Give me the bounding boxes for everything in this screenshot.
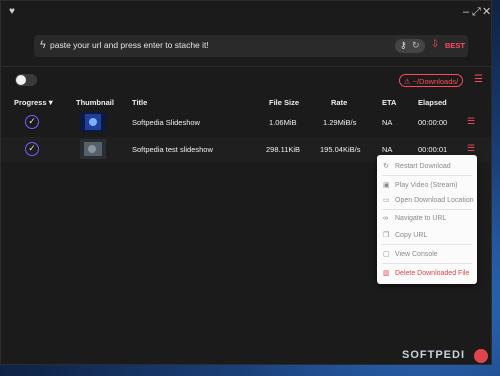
- trash-icon: ▥: [383, 270, 390, 277]
- complete-check-icon: ✓: [25, 142, 39, 156]
- maximize-button[interactable]: ⤢: [472, 6, 481, 18]
- download-path-button[interactable]: ⚠ ~/Downloads/: [399, 74, 463, 87]
- row-menu-icon[interactable]: ☰: [467, 117, 475, 126]
- play-icon: ▣: [383, 182, 390, 189]
- minimize-button[interactable]: –: [463, 6, 469, 18]
- close-button[interactable]: ✕: [482, 6, 491, 18]
- url-placeholder: paste your url and press enter to stache…: [50, 40, 209, 50]
- row-file-size: 1.06MiB: [269, 118, 297, 127]
- menu-item-restart-download[interactable]: ↻ Restart Download: [383, 162, 451, 170]
- menu-separator: [382, 209, 472, 210]
- watermark-text: SOFTPEDI: [402, 349, 466, 361]
- header-eta[interactable]: ETA: [382, 98, 396, 107]
- title-bar: ♥ – ⤢ ✕: [1, 1, 491, 25]
- complete-check-icon: ✓: [25, 115, 39, 129]
- divider: [1, 66, 491, 67]
- menu-item-delete-file[interactable]: ▥ Delete Downloaded File: [383, 269, 469, 277]
- url-input[interactable]: ϟ paste your url and press enter to stac…: [34, 35, 468, 57]
- context-menu: ↻ Restart Download ▣ Play Video (Stream) ▭…: [377, 155, 477, 284]
- copy-icon: ❐: [383, 232, 390, 239]
- cookie-toggle[interactable]: ⚷ ↻: [395, 39, 425, 53]
- toggle-knob: [16, 75, 26, 85]
- bolt-icon: ϟ: [40, 39, 46, 51]
- key-icon: ⚷: [400, 40, 407, 50]
- row-eta: NA: [382, 118, 393, 127]
- download-icon[interactable]: ⇩: [431, 39, 439, 50]
- row-title: Softpedia Slideshow: [132, 118, 200, 127]
- row-elapsed: 00:00:01: [418, 145, 448, 154]
- menu-separator: [382, 244, 472, 245]
- header-thumbnail[interactable]: Thumbnail: [76, 98, 114, 107]
- row-title: Softpedia test slideshow: [132, 145, 213, 154]
- video-thumbnail: [80, 112, 106, 132]
- table-row[interactable]: ✓ Softpedia Slideshow 1.06MiB 1.29MiB/s …: [1, 110, 491, 136]
- row-rate: 195.04KiB/s: [320, 145, 361, 154]
- watermark-badge: [474, 349, 488, 363]
- console-icon: ▢: [383, 251, 390, 258]
- quality-selector[interactable]: BEST: [445, 41, 465, 50]
- header-title[interactable]: Title: [132, 98, 147, 107]
- hamburger-menu-icon[interactable]: ☰: [474, 75, 483, 85]
- row-menu-icon[interactable]: ☰: [467, 144, 475, 153]
- theme-toggle[interactable]: [15, 74, 37, 86]
- refresh-icon: ↻: [383, 163, 389, 170]
- filter-icon[interactable]: ▼: [47, 98, 54, 107]
- link-icon: ∞: [383, 215, 388, 222]
- menu-separator: [382, 175, 472, 176]
- header-progress[interactable]: Progress: [14, 98, 47, 107]
- menu-separator: [382, 263, 472, 264]
- heart-icon: ♥: [9, 6, 15, 17]
- header-file-size[interactable]: File Size: [269, 98, 299, 107]
- video-thumbnail: [80, 139, 106, 159]
- menu-item-play-video[interactable]: ▣ Play Video (Stream): [383, 181, 458, 189]
- refresh-icon: ↻: [412, 40, 420, 50]
- row-rate: 1.29MiB/s: [323, 118, 357, 127]
- menu-item-navigate-url[interactable]: ∞ Navigate to URL: [383, 215, 446, 222]
- header-elapsed[interactable]: Elapsed: [418, 98, 447, 107]
- row-eta: NA: [382, 145, 393, 154]
- row-file-size: 298.11KiB: [266, 145, 301, 154]
- folder-icon: ▭: [383, 197, 390, 204]
- menu-item-view-console[interactable]: ▢ View Console: [383, 250, 438, 258]
- menu-item-open-location[interactable]: ▭ Open Download Location: [383, 196, 474, 204]
- menu-item-copy-url[interactable]: ❐ Copy URL: [383, 231, 427, 239]
- header-rate[interactable]: Rate: [331, 98, 347, 107]
- row-elapsed: 00:00:00: [418, 118, 448, 127]
